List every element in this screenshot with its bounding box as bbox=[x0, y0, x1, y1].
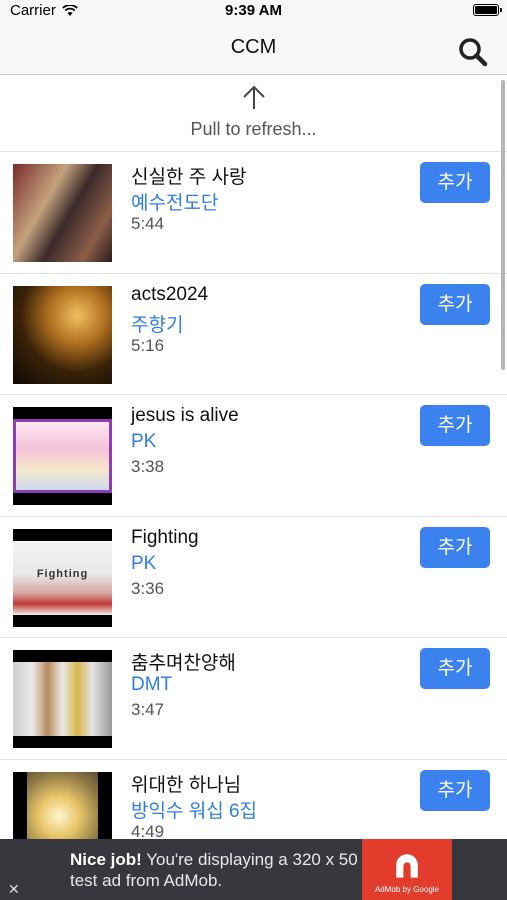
clock: 9:39 AM bbox=[225, 2, 282, 19]
search-icon[interactable] bbox=[457, 36, 489, 68]
thumbnail-caption: Fighting bbox=[36, 567, 89, 580]
video-thumbnail bbox=[13, 285, 112, 384]
song-title: 위대한 하나님 bbox=[131, 774, 242, 796]
list-item[interactable]: acts2024 주향기 5:16 추가 bbox=[0, 274, 507, 395]
pull-to-refresh[interactable]: Pull to refresh... bbox=[0, 75, 507, 152]
add-button[interactable]: 추가 bbox=[420, 162, 490, 203]
song-artist: 주향기 bbox=[131, 314, 184, 336]
pull-to-refresh-label: Pull to refresh... bbox=[190, 119, 317, 139]
song-duration: 3:36 bbox=[131, 578, 165, 598]
video-thumbnail bbox=[13, 650, 112, 748]
add-button[interactable]: 추가 bbox=[420, 648, 490, 689]
admob-caption: AdMob by Google bbox=[374, 885, 440, 894]
song-list: 신실한 주 사랑 예수전도단 5:44 추가 acts2024 주향기 5:16… bbox=[0, 152, 507, 881]
list-item[interactable]: 신실한 주 사랑 예수전도단 5:44 추가 bbox=[0, 152, 507, 274]
add-button[interactable]: 추가 bbox=[420, 769, 490, 811]
list-item[interactable]: jesus is alive PK 3:38 추가 bbox=[0, 395, 507, 517]
song-title: jesus is alive bbox=[131, 405, 239, 426]
scrollbar[interactable] bbox=[501, 80, 505, 370]
song-title: 신실한 주 사랑 bbox=[131, 167, 247, 188]
song-artist: 예수전도단 bbox=[131, 193, 219, 214]
add-button[interactable]: 추가 bbox=[420, 283, 490, 325]
video-thumbnail bbox=[13, 164, 112, 262]
song-duration: 3:38 bbox=[131, 457, 165, 476]
add-button[interactable]: 추가 bbox=[420, 526, 490, 568]
video-thumbnail: Fighting bbox=[13, 528, 112, 627]
song-artist: 방익수 워십 6집 bbox=[131, 800, 258, 822]
song-artist: PK bbox=[131, 431, 157, 452]
list-item[interactable]: Fighting Fighting PK 3:36 추가 bbox=[0, 517, 507, 638]
song-title: 춤추며찬양해 bbox=[131, 653, 236, 674]
ad-text: Nice job! You're displaying a 320 x 50 t… bbox=[70, 849, 360, 891]
video-thumbnail bbox=[13, 407, 112, 505]
song-title: Fighting bbox=[131, 526, 199, 548]
list-item[interactable]: 춤추며찬양해 DMT 3:47 추가 bbox=[0, 638, 507, 760]
page-title: CCM bbox=[230, 36, 277, 58]
ad-banner[interactable]: ✕ Nice job! You're displaying a 320 x 50… bbox=[0, 839, 507, 900]
admob-logo[interactable]: AdMob by Google bbox=[362, 839, 452, 900]
close-icon[interactable]: ✕ bbox=[8, 881, 20, 898]
status-bar: Carrier 9:39 AM bbox=[0, 0, 507, 22]
song-title: acts2024 bbox=[131, 283, 209, 305]
navigation-bar: CCM bbox=[0, 22, 507, 75]
admob-icon bbox=[396, 854, 418, 878]
arrow-up-icon bbox=[243, 85, 265, 109]
add-button[interactable]: 추가 bbox=[420, 405, 490, 446]
song-duration: 3:47 bbox=[131, 700, 165, 719]
song-duration: 5:16 bbox=[131, 335, 165, 355]
ad-headline: Nice job! bbox=[70, 850, 142, 869]
battery-icon bbox=[473, 4, 502, 16]
song-artist: DMT bbox=[131, 674, 173, 695]
song-duration: 5:44 bbox=[131, 214, 165, 233]
song-artist: PK bbox=[131, 552, 157, 574]
